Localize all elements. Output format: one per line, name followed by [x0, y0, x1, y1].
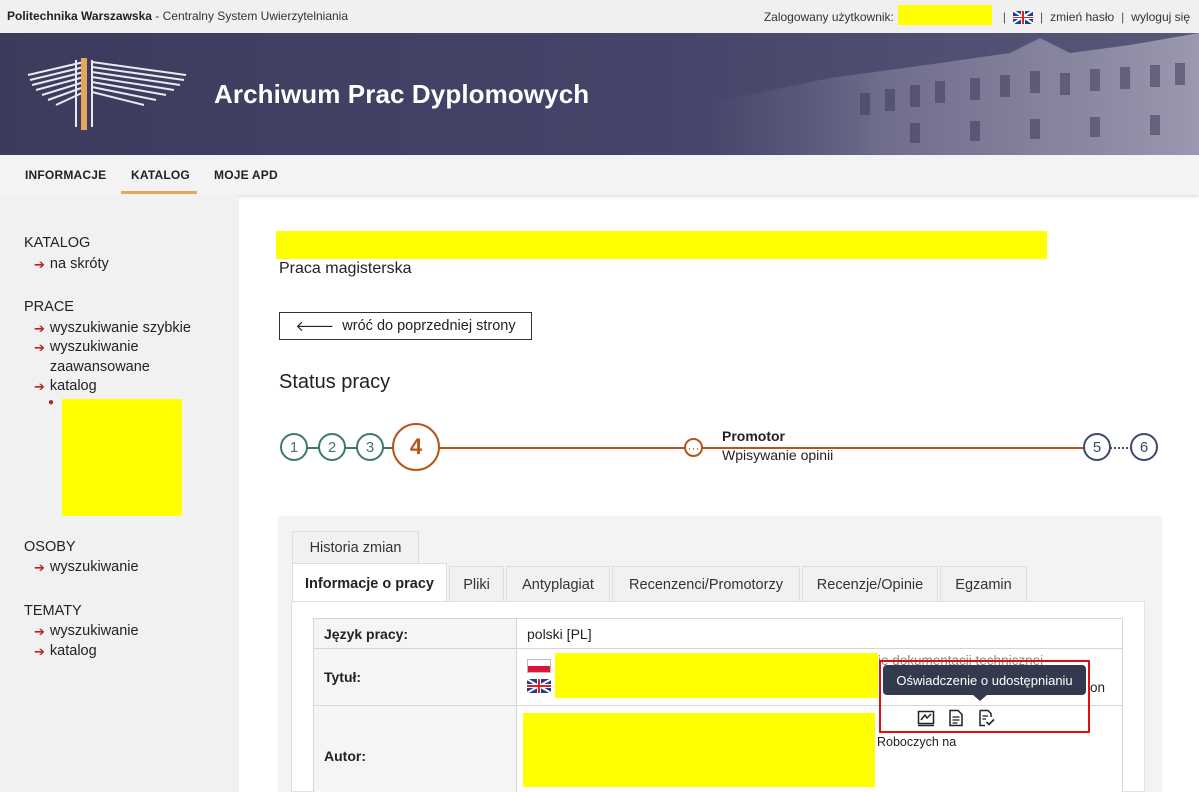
sidebar-item-advanced-search[interactable]: ➔ wyszukiwanie zaawansowane	[34, 338, 150, 377]
sidebar-item-label: na skróty	[49, 256, 109, 272]
status-stepper: 1 2 3 4 ··· 5 6	[0, 420, 1199, 480]
separator: |	[1121, 10, 1125, 24]
sidebar-item-label: katalog	[49, 643, 97, 659]
building-illustration-icon	[710, 33, 1199, 155]
nav-katalog[interactable]: KATALOG	[131, 168, 190, 182]
substep-label: Promotor Wpisywanie opinii	[722, 428, 833, 463]
separator: |	[1040, 10, 1044, 24]
sidebar-head-osoby: OSOBY	[24, 539, 76, 555]
tab-exam[interactable]: Egzamin	[940, 566, 1027, 602]
tab-history[interactable]: Historia zmian	[292, 531, 419, 563]
english-flag-icon[interactable]	[1013, 10, 1034, 24]
logged-user-label: Zalogowany użytkownik:	[763, 10, 894, 24]
author-redacted	[523, 713, 875, 787]
sidebar-head-prace: PRACE	[24, 299, 74, 315]
sidebar-item-works-catalog[interactable]: ➔ katalog	[34, 377, 97, 398]
arrow-right-icon: ➔	[34, 379, 45, 394]
university-name: Politechnika Warszawska	[7, 9, 152, 23]
step-1[interactable]: 1	[280, 433, 308, 461]
top-bar: Politechnika Warszawska - Centralny Syst…	[0, 0, 1199, 33]
user-area: Zalogowany użytkownik: | | zmień hasło |…	[763, 5, 1190, 25]
signature-icon[interactable]	[916, 708, 936, 728]
change-password-link[interactable]: zmień hasło	[1050, 10, 1114, 24]
english-flag-icon	[527, 679, 551, 693]
substep-description: Wpisywanie opinii	[722, 447, 834, 463]
arrow-right-icon: ➔	[34, 624, 45, 639]
header-banner: Archiwum Prac Dyplomowych	[0, 33, 1199, 155]
arrow-right-icon: ➔	[34, 644, 45, 659]
language-value: polski [PL]	[516, 618, 1123, 649]
logout-link[interactable]: wyloguj się	[1131, 10, 1190, 24]
sidebar-head-tematy: TEMATY	[24, 603, 82, 619]
arrow-right-icon: ➔	[34, 340, 45, 355]
author-label: Autor:	[313, 705, 517, 792]
step-4-current[interactable]: 4	[392, 423, 440, 471]
tab-files[interactable]: Pliki	[449, 566, 504, 602]
nav-informacje[interactable]: INFORMACJE	[25, 168, 106, 182]
sidebar-item-label: wyszukiwanie zaawansowane	[49, 339, 150, 375]
work-title-redacted	[276, 231, 1047, 259]
sidebar-head-katalog: KATALOG	[24, 235, 91, 251]
system-caption: Politechnika Warszawska - Centralny Syst…	[7, 9, 348, 23]
sidebar-item-label: wyszukiwanie	[49, 623, 139, 639]
nav-active-indicator	[121, 191, 197, 194]
sidebar: KATALOG ➔ na skróty PRACE ➔ wyszukiwanie s…	[0, 195, 239, 792]
arrow-left-icon: 🡐	[295, 318, 335, 335]
language-label: Język pracy:	[313, 618, 517, 649]
university-logo-icon[interactable]	[26, 55, 188, 133]
back-button[interactable]: 🡐 wróć do poprzedniej strony	[279, 312, 532, 340]
step-5[interactable]: 5	[1083, 433, 1111, 461]
tab-reviewers[interactable]: Recenzenci/Promotorzy	[612, 566, 800, 602]
nav-moje-apd[interactable]: MOJE APD	[214, 168, 278, 182]
app-title: Archiwum Prac Dyplomowych	[214, 79, 590, 109]
step-6[interactable]: 6	[1130, 433, 1158, 461]
main-nav: INFORMACJE KATALOG MOJE APD	[0, 155, 1199, 195]
title-redacted	[555, 653, 878, 698]
arrow-right-icon: ➔	[34, 560, 45, 575]
sidebar-item-label: wyszukiwanie	[49, 559, 139, 575]
arrow-right-icon: ➔	[34, 321, 45, 336]
sidebar-item-shortcuts[interactable]: ➔ na skróty	[34, 255, 109, 276]
work-type: Praca magisterska	[279, 260, 412, 277]
back-button-label: wróć do poprzedniej strony	[342, 318, 516, 334]
declaration-checked-icon[interactable]	[976, 708, 996, 728]
status-heading: Status pracy	[279, 371, 391, 393]
substep-in-progress-icon[interactable]: ···	[684, 438, 703, 457]
sidebar-item-quick-search[interactable]: ➔ wyszukiwanie szybkie	[34, 319, 191, 340]
polish-flag-icon	[527, 659, 551, 673]
step-3[interactable]: 3	[356, 433, 384, 461]
title-label: Tytuł:	[313, 648, 517, 706]
substep-role: Promotor	[722, 428, 785, 444]
sidebar-item-topics-catalog[interactable]: ➔ katalog	[34, 642, 97, 663]
tab-reviews[interactable]: Recenzje/Opinie	[802, 566, 938, 602]
sidebar-item-people-search[interactable]: ➔ wyszukiwanie	[34, 558, 139, 579]
sidebar-item-label: wyszukiwanie szybkie	[49, 320, 191, 336]
tab-info[interactable]: Informacje o pracy	[292, 563, 447, 603]
document-icon[interactable]	[946, 708, 966, 728]
tab-antiplagiarism[interactable]: Antyplagiat	[506, 566, 610, 602]
bullet-icon: ●	[48, 397, 55, 408]
separator: |	[1002, 10, 1007, 24]
title-en-tail: on	[1090, 680, 1106, 695]
sidebar-item-label: katalog	[49, 378, 97, 394]
step-connector-pending	[1110, 447, 1132, 449]
author-tail: Roboczych na	[877, 735, 957, 749]
step-2[interactable]: 2	[318, 433, 346, 461]
username-redacted	[897, 5, 992, 25]
system-name: - Centralny System Uwierzytelniania	[151, 9, 349, 23]
sidebar-item-topics-search[interactable]: ➔ wyszukiwanie	[34, 622, 139, 643]
arrow-right-icon: ➔	[34, 257, 45, 272]
